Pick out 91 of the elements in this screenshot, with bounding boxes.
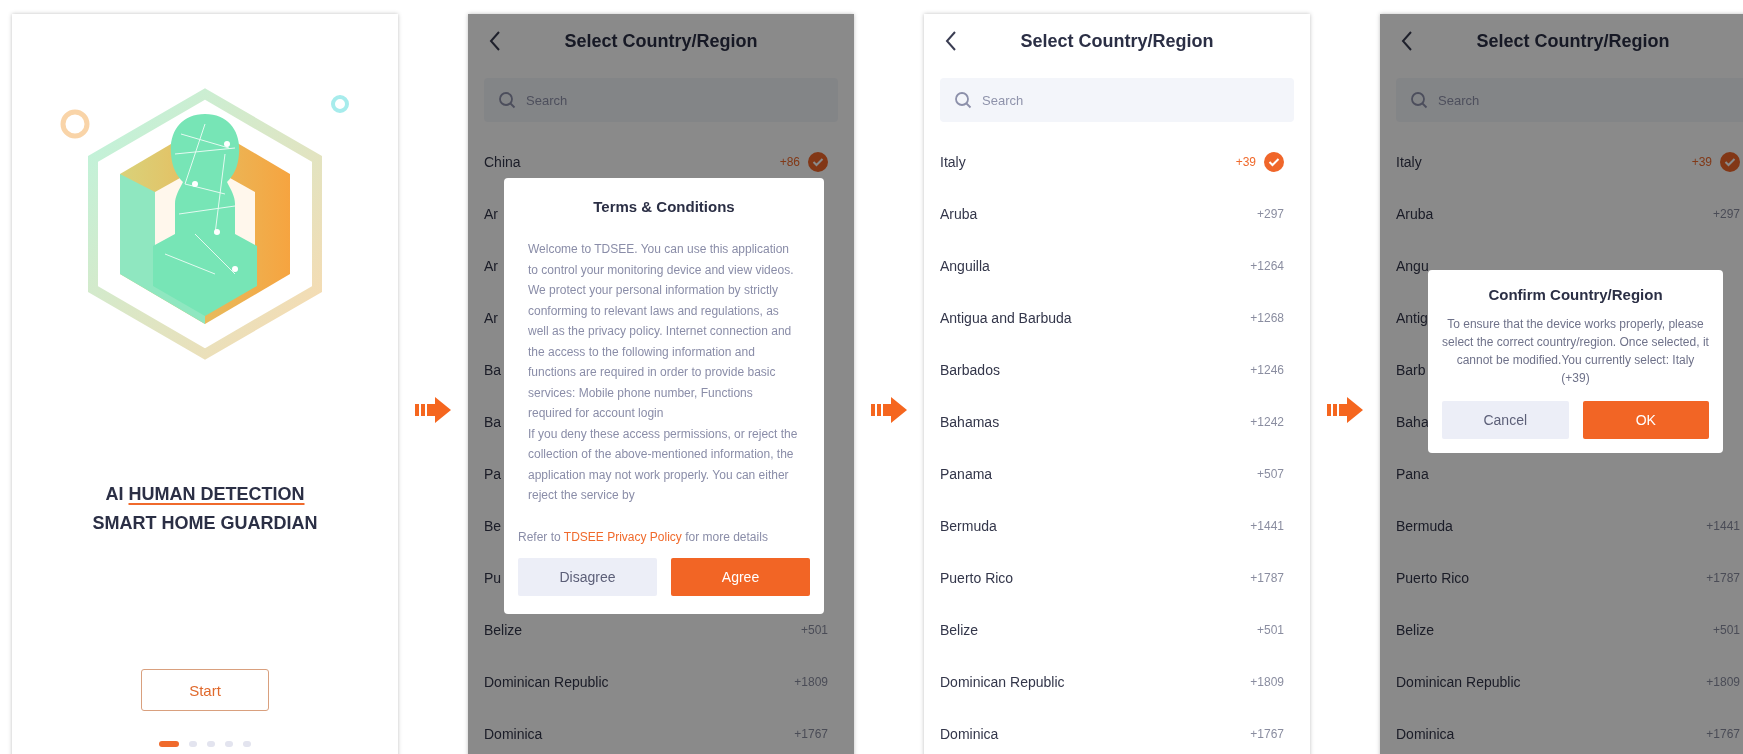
dial-code: +86 (779, 155, 800, 169)
country-name[interactable]: Belize (484, 622, 523, 638)
country-name[interactable]: Baha (1396, 414, 1429, 430)
arrow-icon (871, 395, 907, 425)
headline-text: HUMAN DETECTION (128, 484, 305, 504)
dial-code: +1787 (1706, 571, 1740, 585)
country-name[interactable]: Aruba (940, 206, 978, 222)
country-name[interactable]: Belize (940, 622, 979, 638)
country-name[interactable]: Ar (484, 310, 498, 326)
check-icon (1720, 152, 1740, 172)
country-name[interactable]: Ba (484, 362, 502, 378)
search-icon (498, 91, 516, 109)
dial-code: +297 (1712, 207, 1740, 221)
country-name[interactable]: Pu (484, 570, 502, 586)
check-icon (808, 152, 828, 172)
privacy-note: Refer to TDSEE Privacy Policy for more details (518, 529, 769, 544)
country-name[interactable]: Belize (1396, 622, 1435, 638)
dial-code: +1441 (1250, 519, 1284, 533)
country-name[interactable]: Bermuda (1396, 518, 1453, 534)
dial-code: +1809 (794, 675, 828, 689)
arrow-icon (415, 395, 451, 425)
dial-code: +39 (1691, 155, 1712, 169)
screen-title: Select Country/Region (1476, 30, 1670, 52)
back-icon[interactable] (488, 30, 502, 52)
search-icon (1410, 91, 1428, 109)
back-icon[interactable] (944, 30, 958, 52)
dismiss-button[interactable]: Cancel (1442, 401, 1569, 439)
country-name[interactable]: Be (484, 518, 502, 534)
screen-title: Select Country/Region (564, 30, 758, 52)
country-name[interactable]: Antig (1396, 310, 1428, 326)
country-name[interactable]: Ar (484, 258, 498, 274)
country-name[interactable]: Dominican Republic (1396, 674, 1521, 690)
dialog-title: Terms & Conditions (592, 198, 736, 215)
dialog-title: Confirm Country/Region (1487, 286, 1664, 303)
dial-code: +1809 (1250, 675, 1284, 689)
country-name[interactable]: Bahamas (940, 414, 1000, 430)
search-icon (954, 91, 972, 109)
country-name[interactable]: Barbados (940, 362, 1000, 378)
dialog-message: To ensure that the device works properly, please select the correct country/region. Once selected, it cannot be modified.You currently select: Italy (+39) (1442, 316, 1709, 387)
dial-code: +501 (800, 623, 828, 637)
terms-paragraph: If you deny these access permissions, or reject the collection of the above-mentioned information, the application may not work properly. You can either reject the service by (528, 425, 799, 504)
dial-code: +1246 (1250, 363, 1284, 377)
back-icon[interactable] (1400, 30, 1414, 52)
country-name[interactable]: Anguilla (940, 258, 990, 274)
arrow-icon (1327, 395, 1363, 425)
subheadline: SMART HOME GUARDIAN (92, 513, 318, 534)
country-name[interactable]: Dominica (1396, 726, 1455, 742)
confirm-button[interactable]: Agree (671, 557, 810, 596)
country-name[interactable]: Antigua and Barbuda (940, 310, 1072, 326)
country-name[interactable]: Dominica (484, 726, 543, 742)
dial-code: +1441 (1706, 519, 1740, 533)
country-name[interactable]: Angu (1396, 258, 1429, 274)
country-name[interactable]: Dominican Republic (940, 674, 1065, 690)
country-name[interactable]: Ba (484, 414, 502, 430)
terms-paragraph: We protect your personal information by strictly conforming to relevant laws and regulations, as well as the privacy policy. Internet connection and the access to the following information and functions are required in order to provide basic services: Mobile phone number, Functions required for account login (528, 282, 793, 422)
country-name[interactable]: Italy (1396, 154, 1422, 170)
country-name[interactable]: Bermuda (940, 518, 997, 534)
country-name[interactable]: Pana (1396, 466, 1429, 482)
check-icon (1264, 152, 1284, 172)
country-name[interactable]: Barb (1396, 362, 1426, 378)
confirm-button[interactable]: OK (1582, 401, 1709, 439)
dial-code: +507 (1256, 467, 1284, 481)
search-field[interactable]: Search (940, 78, 1294, 122)
dial-code: +1767 (794, 727, 828, 741)
country-name[interactable]: Aruba (1396, 206, 1434, 222)
country-name[interactable]: Ar (484, 206, 498, 222)
dial-code: +1264 (1250, 259, 1284, 273)
start-button[interactable]: Start (141, 669, 269, 711)
dial-code: +1268 (1250, 311, 1284, 325)
dial-code: +39 (1235, 155, 1256, 169)
dial-code: +1242 (1250, 415, 1284, 429)
country-name[interactable]: Puerto Rico (1396, 570, 1470, 586)
headline-text: AI (105, 484, 125, 504)
country-name[interactable]: Dominican Republic (484, 674, 609, 690)
country-name[interactable]: Italy (940, 154, 966, 170)
dial-code: +1787 (1250, 571, 1284, 585)
dial-code: +1809 (1706, 675, 1740, 689)
dial-code: +501 (1712, 623, 1740, 637)
dial-code: +501 (1256, 623, 1284, 637)
country-name[interactable]: Dominica (940, 726, 999, 742)
country-name[interactable]: Puerto Rico (940, 570, 1014, 586)
dial-code: +1767 (1706, 727, 1740, 741)
dismiss-button[interactable]: Disagree (518, 557, 657, 596)
country-name[interactable]: China (484, 154, 521, 170)
country-name[interactable]: Pa (484, 466, 502, 482)
privacy-policy-link[interactable]: TDSEE Privacy Policy (563, 529, 682, 544)
country-name[interactable]: Panama (940, 466, 993, 482)
screen-title: Select Country/Region (1020, 30, 1214, 52)
terms-paragraph: Welcome to TDSEE. You can use this application to control your monitoring device and view videos. (528, 241, 795, 279)
dial-code: +297 (1256, 207, 1284, 221)
dial-code: +1767 (1250, 727, 1284, 741)
